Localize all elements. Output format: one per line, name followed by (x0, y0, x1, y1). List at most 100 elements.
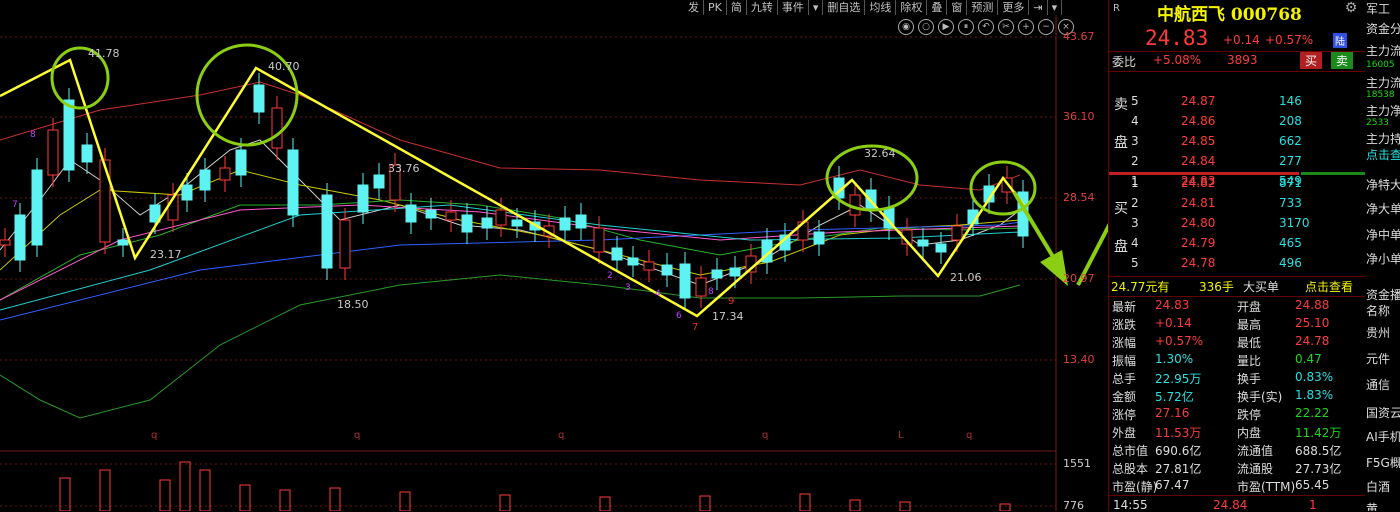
side-info-item: 元件 (1366, 352, 1391, 366)
candle-body (461, 214, 473, 233)
stat-v1: +0.57% (1155, 334, 1204, 348)
toolbar-item-8[interactable]: 除权 (896, 0, 928, 15)
candle-body (81, 144, 93, 163)
stat-v2: 25.10 (1295, 316, 1330, 330)
candle-body (813, 231, 825, 245)
order-info-text: 24.77元有 (1111, 280, 1170, 294)
buy_side-level: 1 (1131, 176, 1139, 190)
candle-body (321, 194, 333, 269)
sell_side-price: 24.87 (1181, 94, 1216, 108)
stat-v1: 24.83 (1155, 298, 1190, 312)
stat-l2: 最高 (1237, 318, 1262, 332)
eye-icon[interactable]: ◉ (898, 19, 914, 35)
candle-body (711, 269, 723, 279)
toolbar-item-5[interactable]: ▾ (809, 0, 824, 15)
axis-label-13: 13.40 (1063, 353, 1095, 366)
stat-l2: 流通值 (1237, 444, 1274, 458)
buy-button[interactable]: 买 (1300, 52, 1323, 69)
stat-v2: 65.45 (1295, 478, 1330, 492)
circle-icon[interactable]: ○ (918, 19, 934, 35)
scissors-icon[interactable]: ✂ (998, 19, 1014, 35)
tick-vol: 1 (1309, 498, 1317, 512)
buy_side-level: 5 (1131, 256, 1139, 270)
stat-v2: 1.83% (1295, 388, 1334, 402)
side-info-item: 主力净 (1366, 104, 1400, 118)
pause-icon[interactable]: ⏸ (958, 19, 974, 35)
side-info-item: 黄 (1366, 502, 1379, 511)
side-info-item: 点击查 (1366, 148, 1400, 162)
toolbar-item-4[interactable]: 事件 (778, 0, 809, 15)
stat-v2: 24.78 (1295, 334, 1330, 348)
minus-icon[interactable]: − (1038, 19, 1054, 35)
toolbar-item-1[interactable]: PK (704, 0, 727, 15)
side-info-item: 主力持 (1366, 132, 1400, 146)
toolbar-item-12[interactable]: 更多 (998, 0, 1030, 15)
side-info-item: 通信 (1366, 378, 1391, 392)
toolbar-item-13[interactable]: ⇥ (1029, 0, 1048, 15)
candle-body (935, 243, 947, 253)
play-icon[interactable]: ▶ (938, 19, 954, 35)
candle-body (405, 204, 417, 223)
buy_side-price: 24.78 (1181, 256, 1216, 270)
side-info-item: 18538 (1366, 90, 1395, 100)
toolbar-item-10[interactable]: 窗 (947, 0, 968, 15)
side-info-item: 资金播 (1366, 288, 1400, 302)
svg-text:7: 7 (12, 200, 18, 210)
candle-body (47, 129, 59, 176)
buy_side-price: 24.79 (1181, 236, 1216, 250)
stat-l1: 市盈(静) (1112, 480, 1158, 494)
svg-text:4: 4 (655, 289, 661, 299)
kline-chart[interactable]: q q q q Lq 41.78 40.70 23.17 33.76 18.50 17… (0, 0, 1108, 511)
candle-body (917, 239, 929, 247)
sell_side-level: 3 (1131, 134, 1139, 148)
svg-text:41.78: 41.78 (88, 47, 120, 60)
side-info-item: 净大单 (1366, 202, 1400, 216)
buy_side-vol: 733 (1279, 196, 1302, 210)
stat-v1: 690.6亿 (1155, 444, 1202, 458)
toolbar-item-0[interactable]: 发 (684, 0, 704, 15)
plus-icon[interactable]: + (1018, 19, 1034, 35)
sell_side-vol: 277 (1279, 154, 1302, 168)
candle-body (0, 239, 11, 246)
order-info-link[interactable]: 点击查看 (1305, 278, 1353, 295)
toolbar-item-11[interactable]: 预测 (967, 0, 999, 15)
toolbar-item-9[interactable]: 叠 (927, 0, 948, 15)
svg-text:q: q (354, 430, 360, 441)
toolbar-item-3[interactable]: 九转 (747, 0, 778, 15)
buy_side-price: 24.80 (1181, 216, 1216, 230)
svg-text:18.50: 18.50 (337, 298, 369, 311)
stat-l2: 量比 (1237, 354, 1262, 368)
sell-button[interactable]: 卖 (1331, 52, 1354, 69)
svg-text:7: 7 (692, 322, 698, 333)
order-info-big: 大买单 (1243, 280, 1280, 294)
svg-text:6: 6 (676, 311, 682, 321)
price-change: +0.14 (1223, 33, 1260, 47)
quote-panel: R 中航西飞 000768 24.83 +0.14 +0.57% 陆 委比 +5… (1108, 0, 1365, 512)
candle-body (627, 257, 639, 266)
candle-body (729, 267, 741, 277)
stat-v2: 0.83% (1295, 370, 1334, 384)
undo-icon[interactable]: ↶ (978, 19, 994, 35)
side-info-item: F5G概 (1366, 456, 1400, 470)
stat-v2: 0.47 (1295, 352, 1322, 366)
svg-text:3: 3 (625, 283, 631, 293)
toolbar-item-7[interactable]: 均线 (865, 0, 897, 15)
volume-bar (699, 495, 711, 511)
stock-name: 中航西飞 000768 (1157, 5, 1302, 25)
side-info-item: 军工 (1366, 2, 1391, 16)
candle-body (425, 209, 437, 219)
stat-v1: 27.81亿 (1155, 462, 1202, 476)
stat-v2: 24.88 (1295, 298, 1330, 312)
settings-gear-icon[interactable]: ⚙ (1341, 0, 1361, 18)
candle-body (559, 217, 571, 231)
svg-text:17.34: 17.34 (712, 310, 744, 323)
buy-side-label-2: 盘 (1114, 239, 1128, 255)
toolbar-item-14[interactable]: ▾ (1048, 0, 1063, 15)
stat-l2: 流通股 (1237, 462, 1274, 476)
stat-l2: 市盈(TTM) (1237, 480, 1296, 494)
toolbar-item-2[interactable]: 简 (727, 0, 747, 15)
side-info-item: 16005 (1366, 60, 1395, 70)
toolbar-item-6[interactable]: 删自选 (823, 0, 866, 15)
stat-l2: 内盘 (1237, 426, 1262, 440)
r-marker: R (1113, 3, 1120, 14)
